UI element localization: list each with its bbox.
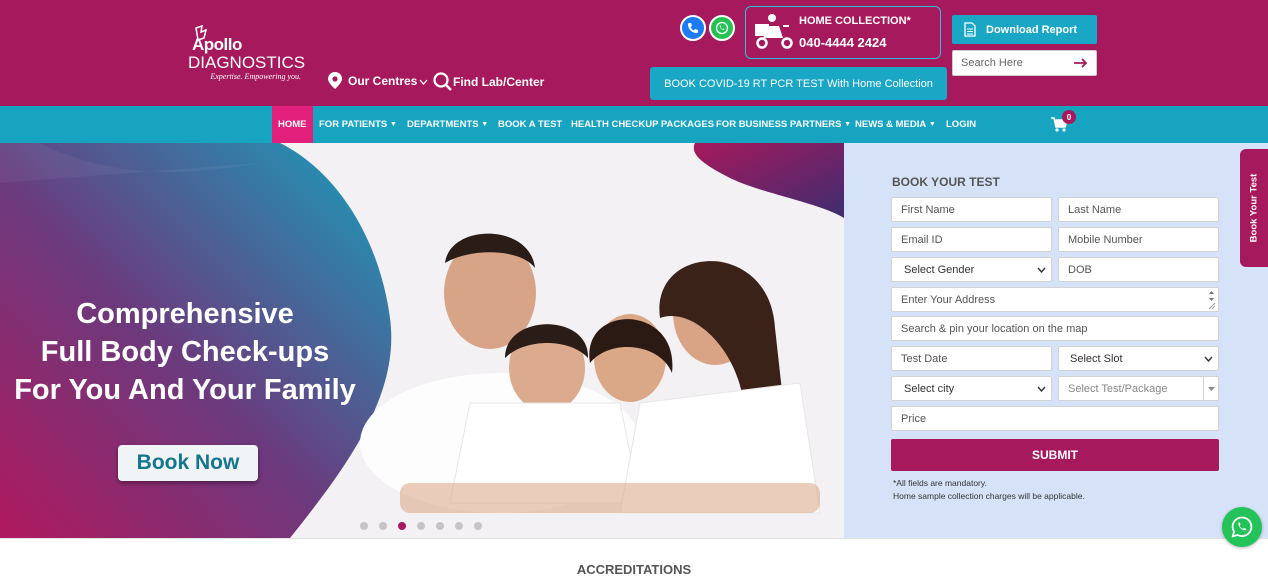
find-lab-link[interactable]: Find Lab/Center: [433, 72, 544, 92]
download-report-button[interactable]: Download Report: [952, 15, 1097, 44]
nav-home-label: HOME: [278, 119, 307, 130]
whatsapp-button[interactable]: [709, 15, 735, 41]
main-navbar: HOME FOR PATIENTS ▼ DEPARTMENTS ▼ BOOK A…: [0, 106, 1268, 143]
last-name-field[interactable]: Last Name: [1058, 197, 1219, 222]
home-collection-label: HOME COLLECTION*: [799, 15, 911, 27]
side-tab-label: Book Your Test: [1248, 173, 1260, 243]
cart-count-badge: 0: [1062, 110, 1076, 124]
nav-news-media[interactable]: NEWS & MEDIA ▼: [849, 106, 942, 143]
logo-line2: DIAGNOSTICS: [188, 53, 306, 72]
nav-health-checkup-packages[interactable]: HEALTH CHECKUP PACKAGES: [565, 106, 720, 143]
form-title: BOOK YOUR TEST: [892, 175, 1000, 189]
home-collection-box[interactable]: HOME COLLECTION* 040-4444 2424: [745, 6, 941, 59]
search-placeholder: Search Here: [961, 57, 1023, 69]
find-lab-label: Find Lab/Center: [453, 75, 545, 89]
hero-headline: Comprehensive Full Body Check-ups For Yo…: [0, 295, 370, 409]
search-input[interactable]: Search Here: [952, 50, 1097, 76]
apollo-logo[interactable]: Apollo DIAGNOSTICS Expertise. Empowering…: [188, 24, 313, 81]
address-placeholder: Enter Your Address: [901, 293, 996, 306]
book-test-form: BOOK YOUR TEST First Name Last Name Emai…: [844, 143, 1268, 538]
carousel-dots: [360, 522, 482, 530]
dob-field[interactable]: DOB: [1058, 257, 1219, 282]
submit-button[interactable]: SUBMIT: [891, 439, 1219, 471]
mobile-field[interactable]: Mobile Number: [1058, 227, 1219, 252]
nav-for-business-partners[interactable]: FOR BUSINESS PARTNERS ▼: [710, 106, 857, 143]
nav-home[interactable]: HOME: [272, 106, 313, 143]
phone-icon: [688, 23, 698, 33]
section-divider: [0, 538, 1268, 539]
package-select[interactable]: Select Test/Package: [1058, 376, 1219, 401]
location-pin-icon: [328, 72, 342, 89]
price-field[interactable]: Price: [891, 406, 1219, 431]
address-field[interactable]: Enter Your Address: [891, 287, 1219, 312]
nav-departments[interactable]: DEPARTMENTS ▼: [401, 106, 494, 143]
caret-down-icon: ▼: [928, 121, 936, 128]
caret-down-icon: ▼: [481, 121, 489, 128]
email-field[interactable]: Email ID: [891, 227, 1052, 252]
book-covid-test-button[interactable]: BOOK COVID-19 RT PCR TEST With Home Coll…: [650, 67, 947, 100]
whatsapp-icon: [1231, 516, 1253, 538]
mandatory-note: *All fields are mandatory.: [893, 478, 987, 488]
carousel-dot[interactable]: [379, 522, 387, 530]
our-centres-link[interactable]: Our Centres: [328, 72, 428, 89]
nav-login[interactable]: LOGIN: [940, 106, 982, 143]
carousel-dot[interactable]: [417, 522, 425, 530]
nav-business-label: FOR BUSINESS PARTNERS: [716, 119, 842, 130]
top-header: Apollo DIAGNOSTICS Expertise. Empowering…: [0, 0, 1268, 106]
carousel-dot[interactable]: [360, 522, 368, 530]
phone-button[interactable]: [680, 15, 706, 41]
delivery-scooter-icon: [755, 14, 793, 49]
carousel-dot[interactable]: [474, 522, 482, 530]
hero-line-3: For You And Your Family: [14, 374, 356, 406]
package-select-value: Select Test/Package: [1068, 382, 1168, 395]
logo-tagline: Expertise. Empowering you.: [210, 72, 301, 81]
chevron-down-icon: [1037, 386, 1046, 392]
search-icon: [433, 72, 452, 91]
book-now-button[interactable]: Book Now: [118, 445, 258, 481]
chevron-down-icon: [419, 79, 428, 85]
nav-book-a-test-label: BOOK A TEST: [498, 119, 563, 130]
download-report-label: Download Report: [986, 23, 1078, 36]
package-select-toggle[interactable]: [1203, 377, 1218, 400]
nav-news-media-label: NEWS & MEDIA: [855, 119, 927, 130]
nav-health-checkup-label: HEALTH CHECKUP PACKAGES: [571, 119, 715, 130]
book-your-test-side-tab[interactable]: Book Your Test: [1240, 149, 1268, 267]
textarea-resize-icon[interactable]: [1207, 289, 1216, 310]
accreditations-heading: ACCREDITATIONS: [576, 562, 692, 577]
whatsapp-icon: [715, 21, 729, 35]
first-name-field[interactable]: First Name: [891, 197, 1052, 222]
nav-for-patients[interactable]: FOR PATIENTS ▼: [313, 106, 403, 143]
nav-book-a-test[interactable]: BOOK A TEST: [492, 106, 568, 143]
caret-down-icon: [1208, 387, 1215, 391]
hero-line-1: Comprehensive: [76, 298, 294, 330]
our-centres-label: Our Centres: [348, 73, 418, 88]
city-select[interactable]: Select city: [891, 376, 1052, 401]
gender-select-value: Select Gender: [904, 263, 975, 276]
carousel-dot-active[interactable]: [398, 522, 406, 530]
carousel-dot[interactable]: [436, 522, 444, 530]
chevron-down-icon: [1037, 267, 1046, 273]
location-search-field[interactable]: Search & pin your location on the map: [891, 316, 1219, 341]
charges-note: Home sample collection charges will be a…: [893, 491, 1085, 501]
hero-line-2: Full Body Check-ups: [40, 336, 330, 368]
caret-down-icon: ▼: [389, 121, 397, 128]
home-collection-phone[interactable]: 040-4444 2424: [799, 35, 886, 50]
city-select-value: Select city: [904, 382, 955, 395]
logo-mark-icon: [195, 24, 208, 41]
slot-select-value: Select Slot: [1070, 352, 1123, 365]
arrow-right-icon[interactable]: [1074, 58, 1088, 68]
gender-select[interactable]: Select Gender: [891, 257, 1052, 282]
whatsapp-float-button[interactable]: [1222, 507, 1262, 547]
nav-departments-label: DEPARTMENTS: [407, 119, 479, 130]
hero-banner: Comprehensive Full Body Check-ups For Yo…: [0, 143, 844, 538]
chevron-down-icon: [1204, 356, 1213, 362]
carousel-dot[interactable]: [455, 522, 463, 530]
document-icon: [964, 22, 976, 37]
nav-login-label: LOGIN: [946, 119, 977, 130]
test-date-field[interactable]: Test Date: [891, 346, 1052, 371]
nav-for-patients-label: FOR PATIENTS: [319, 119, 388, 130]
slot-select[interactable]: Select Slot: [1058, 346, 1219, 371]
